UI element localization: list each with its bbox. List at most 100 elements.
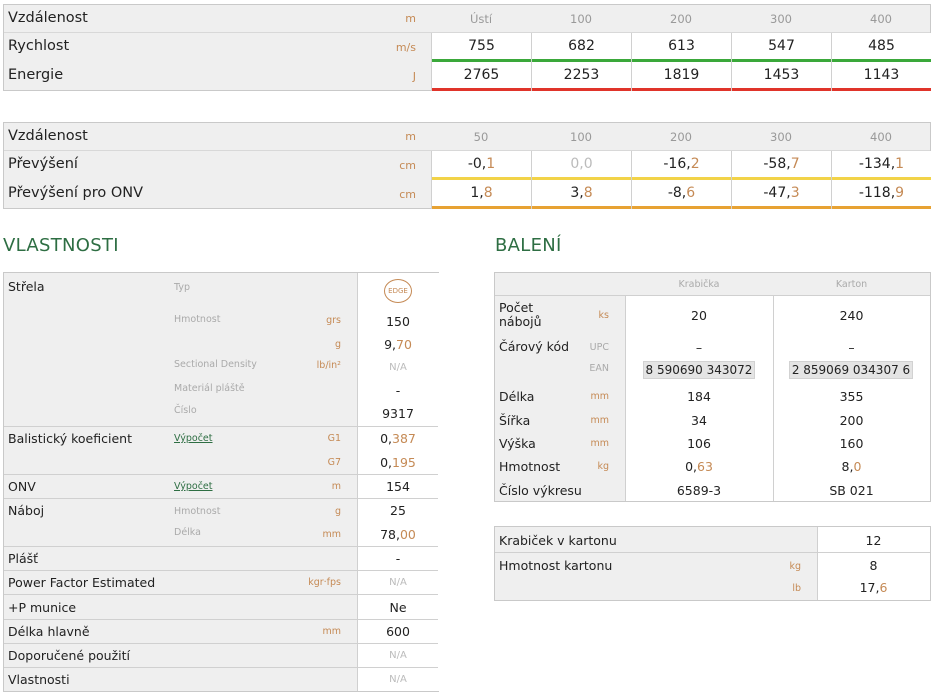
distance-col: 300: [770, 130, 792, 144]
vykres-karton: SB 021: [829, 483, 874, 498]
onv-drop-unit: cm: [399, 188, 416, 201]
drop-cell: 0,0: [531, 151, 631, 180]
hmotnost-unit-grs: grs: [326, 315, 341, 326]
pmunice-value: Ne: [389, 600, 407, 615]
distance-col: 300: [770, 12, 792, 26]
distance-col: Ústí: [469, 12, 493, 26]
distance-row: Vzdálenost m Ústí 100 200 300 400: [4, 5, 930, 32]
krabicek-label: Krabiček v kartonu: [499, 533, 617, 548]
distance-unit: m: [405, 130, 416, 143]
distance-col: 50: [473, 130, 489, 144]
energy-cell: 1453: [731, 62, 831, 91]
speed-cell: 682: [531, 33, 631, 62]
onv-calc-link[interactable]: Výpočet: [174, 481, 213, 492]
pfe-value: N/A: [389, 577, 407, 588]
vlastnosti-row-label: Vlastnosti: [8, 672, 70, 687]
naboj-hmotnost-value: 25: [390, 503, 406, 518]
onv-value: 154: [386, 479, 410, 494]
naboj-hmotnost-label: Hmotnost: [174, 506, 221, 517]
typ-label: Typ: [174, 282, 190, 293]
material-value: -: [395, 383, 401, 398]
sd-value: N/A: [389, 362, 407, 373]
baleni-hmotnost-unit: kg: [597, 461, 609, 472]
vyska-krabicka: 106: [687, 436, 711, 451]
ballistics-drop-table: Vzdálenost m 50 100 200 300 400 Převýšen…: [3, 122, 931, 209]
plast-label: Plášť: [8, 551, 39, 566]
pocet-krabicka: 20: [691, 308, 707, 323]
col-karton: Karton: [835, 279, 868, 290]
edge-badge: EDGE: [384, 279, 412, 303]
bk-label: Balistický koeficient: [8, 431, 132, 446]
vykres-label: Číslo výkresu: [499, 483, 582, 498]
sd-label: Sectional Density: [174, 359, 257, 370]
naboj-delka-value: 78,00: [380, 527, 416, 542]
delka-label: Délka: [499, 389, 535, 404]
distance-row: Vzdálenost m 50 100 200 300 400: [4, 123, 930, 150]
hmotnost-kartonu-label: Hmotnost kartonu: [499, 558, 613, 573]
onv-unit: m: [331, 481, 341, 492]
hmotnost-kartonu-kg: 8: [869, 558, 878, 573]
strela-label: Střela: [8, 279, 45, 294]
ean-krabicka: 8 590690 343072: [643, 361, 755, 379]
pocet-unit: ks: [598, 310, 609, 321]
ean-label: EAN: [589, 363, 609, 374]
distance-label: Vzdálenost: [8, 10, 88, 26]
g1-value: 0,387: [380, 431, 416, 446]
pocet-karton: 240: [839, 308, 864, 323]
onv-drop-label: Převýšení pro ONV: [8, 185, 144, 201]
hmotnost-kartonu-unit-lb: lb: [792, 583, 801, 594]
distance-col: 100: [570, 130, 592, 144]
hlaven-unit: mm: [322, 626, 341, 637]
distance-col: 200: [670, 130, 692, 144]
energy-cell: 2253: [531, 62, 631, 91]
bk-calc-link[interactable]: Výpočet: [174, 433, 213, 444]
distance-col: 400: [870, 130, 892, 144]
drop-cell: -134,1: [831, 151, 931, 180]
delka-krabicka: 184: [687, 389, 711, 404]
onv-drop-row: Převýšení pro ONV cm 1,8 3,8 -8,6 -47,3 …: [4, 180, 931, 209]
vlastnosti-row-value: N/A: [389, 674, 407, 685]
drop-unit: cm: [399, 159, 416, 172]
distance-label: Vzdálenost: [8, 128, 88, 144]
hmotnost-g-value: 9,70: [384, 337, 412, 352]
karton-panel: Krabiček v kartonu 12 Hmotnost kartonu k…: [494, 526, 931, 601]
distance-col: 200: [670, 12, 692, 26]
sd-unit: lb/in²: [316, 360, 341, 371]
baleni-panel: Krabička Karton Počet nábojů ks 20 240 Č…: [494, 272, 931, 502]
baleni-title: BALENÍ: [495, 235, 562, 256]
hmotnost-kartonu-unit-kg: kg: [789, 561, 801, 572]
sirka-label: Šířka: [499, 413, 531, 428]
hmotnost-label: Hmotnost: [174, 314, 221, 325]
hmotnost-grs-value: 150: [386, 314, 410, 329]
ean-karton: 2 859069 034307 6: [789, 361, 913, 379]
hmotnost-kartonu-lb: 17,6: [859, 580, 888, 595]
onv-drop-cell: -118,9: [831, 180, 931, 209]
hmotnost-karton: 8,0: [841, 459, 862, 474]
upc-karton: –: [848, 340, 855, 355]
distance-col: 400: [870, 12, 892, 26]
delka-karton: 355: [839, 389, 864, 404]
energy-cell: 2765: [431, 62, 531, 91]
energy-cell: 1819: [631, 62, 731, 91]
hlaven-label: Délka hlavně: [8, 624, 90, 639]
krabicek-value: 12: [865, 533, 882, 548]
pouziti-label: Doporučené použití: [8, 648, 130, 663]
plast-value: -: [395, 551, 401, 566]
sirka-krabicka: 34: [691, 413, 707, 428]
onv-label: ONV: [8, 479, 36, 494]
hmotnost-krabicka: 0,63: [685, 459, 713, 474]
g1-label: G1: [327, 433, 341, 444]
pmunice-label: +P munice: [8, 600, 77, 615]
onv-drop-cell: -47,3: [731, 180, 831, 209]
naboj-delka-label: Délka: [174, 527, 201, 538]
energy-row: Energie J 2765 2253 1819 1453 1143: [4, 62, 931, 91]
cislo-value: 9317: [382, 406, 414, 421]
speed-cell: 547: [731, 33, 831, 62]
sirka-karton: 200: [839, 413, 864, 428]
material-label: Materiál pláště: [174, 383, 245, 394]
onv-drop-cell: 3,8: [531, 180, 631, 209]
vyska-label: Výška: [499, 436, 536, 451]
kod-label: Čárový kód: [499, 339, 570, 354]
pouziti-value: N/A: [389, 650, 407, 661]
energy-label: Energie: [8, 67, 64, 83]
